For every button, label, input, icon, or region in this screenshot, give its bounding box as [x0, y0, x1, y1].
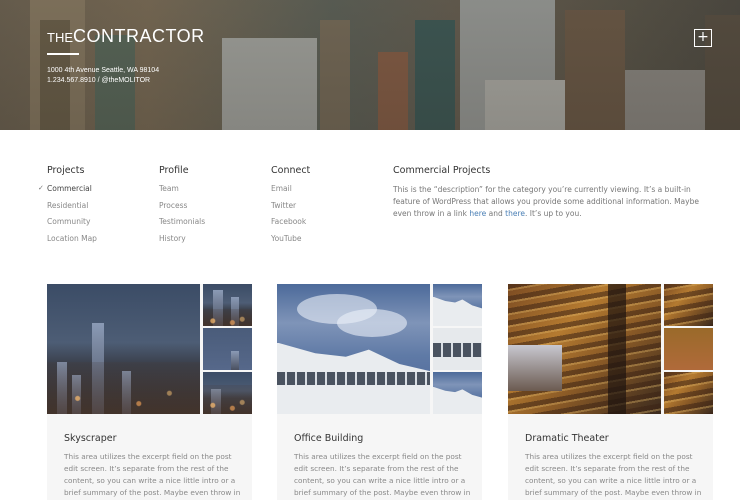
project-main-image[interactable] [47, 284, 200, 414]
nav-item-label: Commercial [47, 184, 92, 193]
logo-underline [47, 53, 79, 55]
nav-item-residential[interactable]: Residential [47, 201, 97, 218]
hero-header: THECONTRACTOR 1000 4th Avenue Seattle, W… [0, 0, 740, 130]
cloud-shape [337, 309, 407, 337]
site-logo[interactable]: THECONTRACTOR [47, 26, 205, 47]
category-title: Commercial Projects [393, 165, 491, 176]
city-lights [47, 362, 200, 414]
project-thumbnail[interactable] [203, 372, 252, 414]
contact-info: 1000 4th Avenue Seattle, WA 98104 1.234.… [47, 66, 159, 86]
nav-item-history[interactable]: History [159, 234, 205, 251]
there-link[interactable]: there [505, 209, 525, 218]
city-lights [203, 309, 252, 326]
project-title[interactable]: Dramatic Theater [525, 433, 609, 444]
logo-name: CONTRACTOR [73, 26, 205, 46]
project-thumbnail[interactable] [203, 328, 252, 370]
profile-nav-title: Profile [159, 165, 189, 176]
projects-nav: Projects ✓ Commercial Residential Communi… [38, 165, 97, 251]
building-windows [277, 372, 430, 386]
project-thumbnail[interactable] [203, 284, 252, 326]
project-thumbnail[interactable] [664, 328, 713, 370]
category-description: Commercial Projects This is the “descrip… [393, 165, 718, 220]
phone-social-text: 1.234.567.8910 / @theMOLITOR [47, 77, 151, 84]
nav-item-label: History [159, 233, 186, 243]
nav-item-community[interactable]: Community [47, 217, 97, 234]
building-facade [433, 386, 482, 414]
here-link[interactable]: here [469, 209, 486, 218]
nav-item-label: Twitter [271, 200, 297, 210]
project-thumbnail[interactable] [433, 328, 482, 370]
checkmark-icon: ✓ [38, 184, 44, 192]
project-thumbnail[interactable] [433, 284, 482, 326]
balcony-tiers [664, 284, 713, 326]
profile-nav: Profile Team Process Testimonials Histor… [159, 165, 205, 250]
category-text: This is the “description” for the catego… [393, 184, 718, 220]
menu-toggle-button[interactable]: + [694, 29, 712, 47]
project-card-office-building[interactable]: Office Building This area utilizes the e… [277, 284, 482, 500]
nav-item-label: YouTube [271, 233, 302, 243]
balcony-tiers [664, 372, 713, 414]
connect-nav: Connect Email Twitter Facebook YouTube [271, 165, 310, 250]
nav-item-facebook[interactable]: Facebook [271, 217, 310, 234]
nav-item-twitter[interactable]: Twitter [271, 201, 310, 218]
nav-item-youtube[interactable]: YouTube [271, 234, 310, 251]
desc-text: . It’s up to you. [525, 209, 582, 218]
project-thumbnail[interactable] [433, 372, 482, 414]
city-lights [203, 384, 252, 414]
project-title[interactable]: Skyscraper [64, 433, 117, 444]
project-excerpt: This area utilizes the excerpt field on … [294, 452, 471, 497]
nav-item-label: Residential [47, 200, 89, 210]
nav-item-label: Team [159, 184, 179, 193]
nav-item-label: Location Map [47, 233, 97, 243]
project-main-image[interactable] [508, 284, 661, 414]
projects-nav-title: Projects [47, 165, 85, 176]
nav-item-team[interactable]: Team [159, 184, 205, 201]
column-shape [608, 284, 626, 414]
project-excerpt: This area utilizes the excerpt field on … [525, 452, 702, 497]
nav-item-email[interactable]: Email [271, 184, 310, 201]
nav-item-label: Email [271, 184, 292, 193]
desc-text: and [486, 209, 506, 218]
nav-item-label: Process [159, 200, 188, 210]
plus-icon: + [697, 29, 709, 45]
project-main-image[interactable] [277, 284, 430, 414]
logo-prefix: THE [47, 30, 73, 45]
nav-item-commercial[interactable]: ✓ Commercial [38, 184, 97, 201]
project-card-dramatic-theater[interactable]: Dramatic Theater This area utilizes the … [508, 284, 713, 500]
nav-item-label: Facebook [271, 217, 307, 226]
project-card-skyscraper[interactable]: Skyscraper This area utilizes the excerp… [47, 284, 252, 500]
nav-item-label: Testimonials [159, 217, 206, 226]
project-thumbnail[interactable] [664, 284, 713, 326]
nav-item-location-map[interactable]: Location Map [47, 234, 97, 251]
project-thumbnail[interactable] [664, 372, 713, 414]
building-facade [433, 296, 482, 326]
project-title[interactable]: Office Building [294, 433, 363, 444]
building-windows [433, 342, 482, 358]
tower-shape [231, 351, 239, 370]
stage [508, 345, 562, 391]
nav-item-process[interactable]: Process [159, 201, 205, 218]
nav-item-label: Community [47, 217, 91, 226]
connect-nav-title: Connect [271, 165, 311, 176]
nav-item-testimonials[interactable]: Testimonials [159, 217, 205, 234]
project-excerpt: This area utilizes the excerpt field on … [64, 452, 241, 497]
hero-overlay [0, 0, 740, 130]
address-text: 1000 4th Avenue Seattle, WA 98104 [47, 67, 160, 74]
